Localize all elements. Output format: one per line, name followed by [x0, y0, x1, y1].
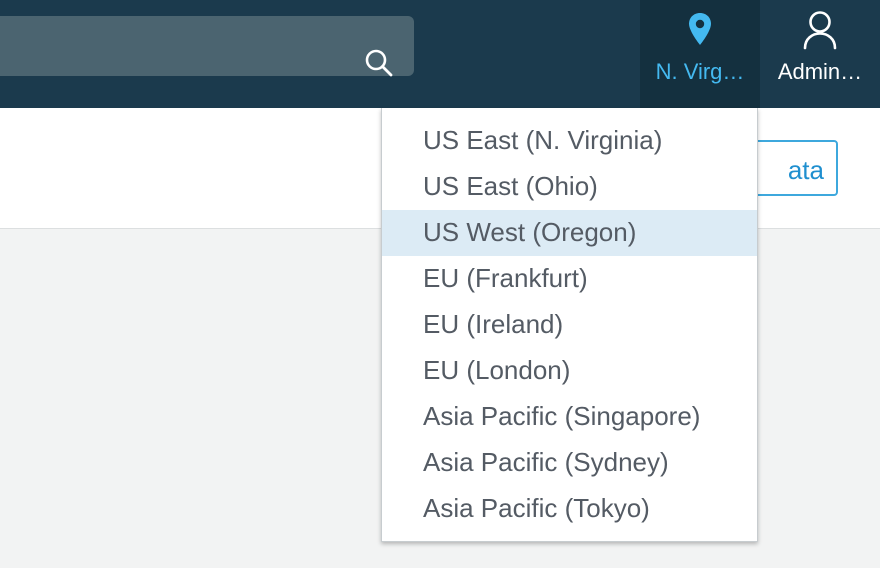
region-selector-button[interactable]: N. Virg…	[640, 0, 760, 108]
account-menu-button[interactable]: Admin…	[760, 0, 880, 108]
top-navigation-bar: N. Virg… Admin…	[0, 0, 880, 108]
region-selector-label: N. Virg…	[655, 59, 745, 84]
search-icon[interactable]	[364, 48, 394, 78]
region-dropdown-menu: US East (N. Virginia) US East (Ohio) US We…	[381, 108, 758, 542]
region-option[interactable]: US East (Ohio)	[382, 164, 757, 210]
account-menu-label: Admin…	[777, 59, 863, 84]
location-pin-icon	[689, 13, 711, 45]
region-option[interactable]: US West (Oregon)	[382, 210, 757, 256]
search-input[interactable]	[0, 16, 414, 78]
region-option[interactable]: Asia Pacific (Sydney)	[382, 440, 757, 486]
region-option[interactable]: EU (Ireland)	[382, 302, 757, 348]
region-option[interactable]: Asia Pacific (Singapore)	[382, 394, 757, 440]
region-option[interactable]: US East (N. Virginia)	[382, 118, 757, 164]
user-icon	[803, 11, 837, 50]
region-option[interactable]: EU (London)	[382, 348, 757, 394]
region-option[interactable]: Asia Pacific (Tokyo)	[382, 486, 757, 532]
region-option[interactable]: EU (Frankfurt)	[382, 256, 757, 302]
